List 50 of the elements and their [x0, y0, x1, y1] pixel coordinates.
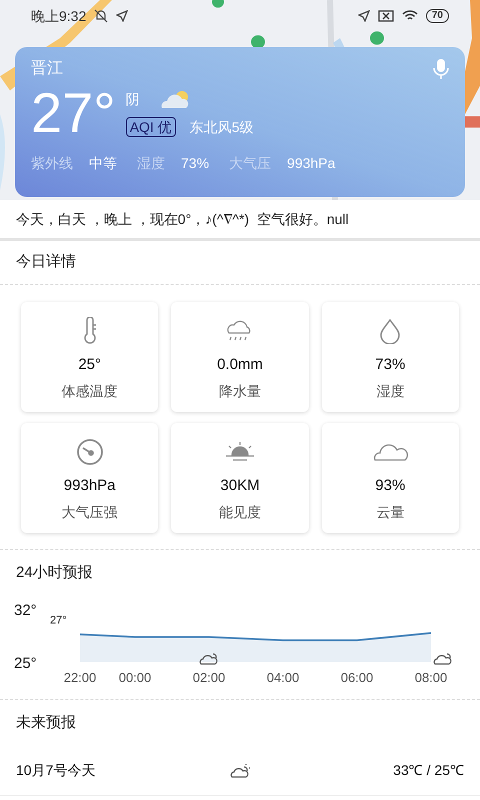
- detail-label: 降水量: [218, 382, 261, 400]
- battery-indicator: 70: [426, 9, 449, 23]
- detail-value: 73%: [375, 355, 406, 375]
- detail-label: 能见度: [218, 502, 261, 522]
- detail-label: 湿度: [376, 382, 404, 400]
- status-time: 晚上9:32: [31, 6, 86, 26]
- detail-value: 93%: [375, 476, 406, 496]
- cloud-sun-icon: [200, 653, 218, 665]
- stat-value: 993hPa: [287, 154, 336, 173]
- detail-label: 体感温度: [62, 382, 118, 400]
- x-axis-label: 22:00: [64, 670, 96, 685]
- detail-label: 云量: [376, 502, 404, 522]
- x-axis-label: 00:00: [118, 670, 152, 685]
- bell-off-icon: [94, 9, 108, 23]
- weather-summary: 今天，白天 ，晚上 ，现在0°，♪(^∇^*) 空气很好。null: [16, 210, 349, 229]
- point-label: 27°: [50, 614, 67, 626]
- x-axis-label: 08:00: [414, 670, 448, 685]
- x-axis-label: 06:00: [340, 670, 374, 685]
- detail-value: 30KM: [220, 476, 260, 496]
- no-sim-icon: [378, 10, 394, 22]
- cloud-icon: [229, 762, 251, 778]
- x-axis-label: 02:00: [192, 670, 226, 685]
- microphone-icon[interactable]: [433, 58, 449, 80]
- stat-label: 湿度: [137, 154, 165, 173]
- city-name: 晋江: [31, 59, 63, 79]
- detail-value: 25°: [78, 355, 101, 375]
- y-axis-label: 32°: [14, 602, 37, 619]
- stat-value: 73%: [181, 154, 210, 173]
- current-temperature: 27°: [31, 83, 116, 143]
- cloud-sun-icon: [434, 653, 452, 665]
- detail-value: 0.0mm: [217, 355, 263, 375]
- location-arrow-icon: [358, 10, 370, 22]
- section-title: 24小时预报: [16, 562, 93, 583]
- section-title: 今日详情: [16, 252, 76, 272]
- aqi-badge: AQI 优: [126, 117, 176, 137]
- detail-label: 大气压强: [62, 502, 118, 522]
- section-title: 未来预报: [16, 712, 76, 733]
- water-drop-icon: [378, 318, 402, 344]
- wifi-icon: [402, 10, 418, 22]
- x-axis-label: 04:00: [266, 670, 300, 685]
- forecast-date: 10月7号今天: [16, 761, 96, 780]
- stat-value: 中等: [89, 154, 117, 173]
- forecast-temperatures: 33℃ / 25℃: [392, 761, 464, 780]
- y-axis-label: 25°: [14, 655, 37, 672]
- stat-label: 大气压: [229, 154, 272, 173]
- wind-info: 东北风5级: [190, 118, 254, 136]
- detail-value: 993hPa: [64, 476, 116, 496]
- location-arrow-icon: [116, 10, 128, 22]
- weather-condition: 阴: [126, 90, 140, 109]
- stat-label: 紫外线: [31, 154, 73, 173]
